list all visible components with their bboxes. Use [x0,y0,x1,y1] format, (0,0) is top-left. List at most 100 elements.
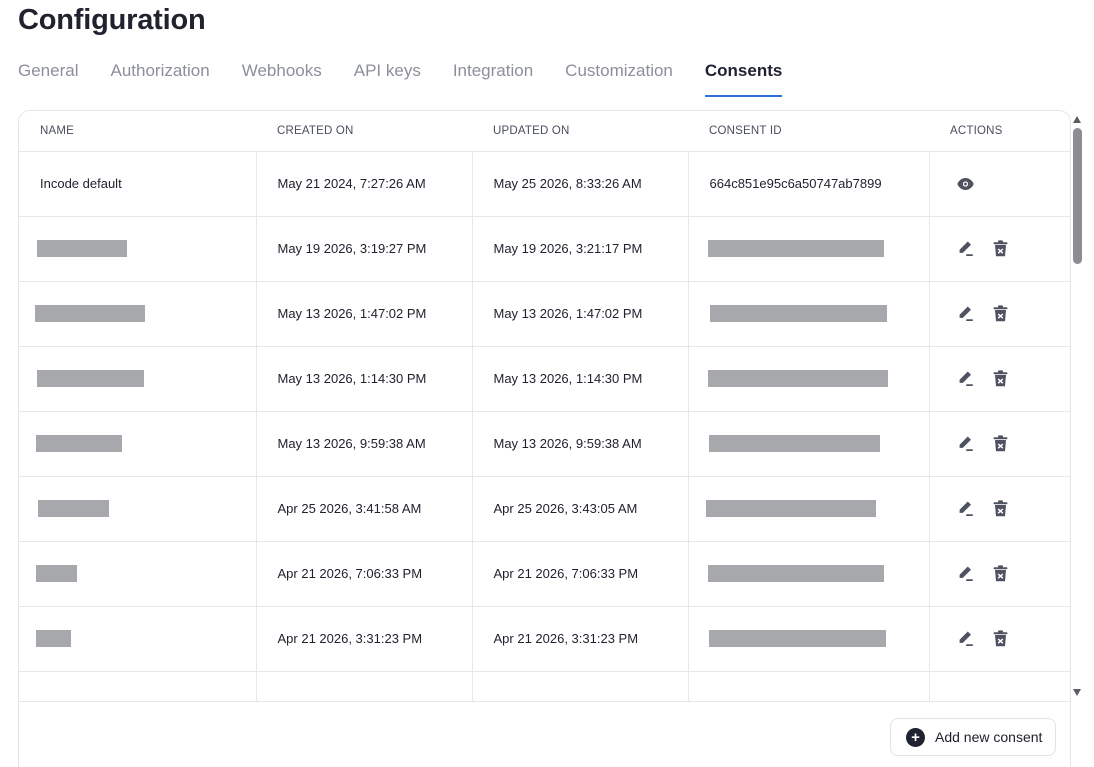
cell-actions [929,346,1070,412]
redacted-consent-id [707,240,884,258]
column-header-consent-id[interactable]: CONSENT ID [688,111,929,152]
table-row[interactable] [19,671,1070,701]
column-header-created-on[interactable]: CREATED ON [256,111,472,152]
scroll-down-arrow-icon[interactable] [1073,689,1081,696]
cell-actions [929,606,1071,672]
cell-updated-on: May 25 2026, 8:33:26 AM [472,151,689,217]
trash-icon[interactable] [992,630,1010,648]
redacted-name [36,630,71,648]
vertical-scrollbar[interactable] [1071,112,1084,702]
tab-api-keys[interactable]: API keys [354,58,421,97]
cell-actions [929,411,1071,477]
page-title: Configuration [18,4,206,36]
cell-consent-id: 664c851e95c6a50747ab7899 [688,151,930,217]
column-header-actions: ACTIONS [929,111,1070,152]
pencil-icon[interactable] [957,240,975,258]
trash-icon[interactable] [992,370,1010,388]
table-row[interactable]: Apr 21 2026, 3:31:23 PM Apr 21 2026, 3:31… [19,606,1071,672]
pencil-icon[interactable] [957,435,975,453]
cell-consent-id [688,346,930,412]
updated-date: Apr 21 2026, 7:06:33 PM [493,566,639,581]
table-row[interactable]: May 13 2026, 1:47:02 PM May 13 2026, 1:47… [19,281,1070,347]
cell-actions [929,281,1070,347]
cell-created-on: Apr 25 2026, 3:41:58 AM [256,476,473,542]
pencil-icon[interactable] [957,370,975,388]
row-actions [951,565,1071,583]
cell-updated-on: May 13 2026, 1:47:02 PM [472,281,689,347]
trash-icon[interactable] [992,565,1010,583]
tab-consents[interactable]: Consents [704,58,783,97]
created-date: Apr 21 2026, 7:06:33 PM [277,566,423,581]
table-header-row: NAME CREATED ON UPDATED ON CONSENT ID AC… [19,111,1070,152]
cell-updated-on: May 13 2026, 1:14:30 PM [472,346,689,412]
trash-icon[interactable] [992,240,1010,258]
created-date: Apr 25 2026, 3:41:58 AM [277,501,422,516]
tab-webhooks[interactable]: Webhooks [242,58,322,97]
consents-table: NAME CREATED ON UPDATED ON CONSENT ID AC… [19,111,1070,701]
redacted-consent-id [708,630,886,648]
cell-updated-on: May 13 2026, 9:59:38 AM [472,411,689,477]
pencil-icon[interactable] [957,565,975,583]
eye-icon[interactable] [957,175,975,193]
table-row[interactable]: May 13 2026, 1:14:30 PM May 13 2026, 1:14… [19,346,1070,412]
consents-card: NAME CREATED ON UPDATED ON CONSENT ID AC… [18,110,1071,767]
table-row[interactable]: May 19 2026, 3:19:27 PM May 19 2026, 3:21… [19,216,1071,282]
redacted-consent-id [707,370,888,388]
table-scroll-area[interactable]: NAME CREATED ON UPDATED ON CONSENT ID AC… [19,111,1070,701]
cell-name [19,411,257,477]
row-actions [951,435,1071,453]
trash-icon[interactable] [992,500,1010,518]
tab-authorization[interactable]: Authorization [110,58,209,97]
trash-icon[interactable] [992,305,1010,323]
consent-id: 664c851e95c6a50747ab7899 [709,176,882,191]
cell-name [19,216,257,282]
table-row[interactable]: Incode default May 21 2024, 7:27:26 AM May… [19,151,1071,217]
cell-actions [929,671,1070,701]
created-date: May 19 2026, 3:19:27 PM [277,241,427,256]
pencil-icon[interactable] [957,305,975,323]
table-row[interactable]: Apr 25 2026, 3:41:58 AM Apr 25 2026, 3:43… [19,476,1070,542]
created-date: May 13 2026, 1:47:02 PM [277,306,427,321]
cell-name [19,541,257,607]
pencil-icon[interactable] [957,630,975,648]
add-new-consent-button[interactable]: + Add new consent [890,718,1056,756]
redacted-consent-id [705,500,876,518]
redacted-consent-id [709,305,887,323]
updated-date: May 13 2026, 1:47:02 PM [493,306,643,321]
redacted-name [35,305,145,323]
tab-general[interactable]: General [18,58,78,97]
table-row[interactable]: Apr 21 2026, 7:06:33 PM Apr 21 2026, 7:06… [19,541,1071,607]
cell-created-on: May 13 2026, 9:59:38 AM [256,411,473,477]
updated-date: May 13 2026, 1:14:30 PM [493,371,643,386]
trash-icon[interactable] [992,435,1010,453]
created-date: May 13 2026, 1:14:30 PM [277,371,427,386]
cell-consent-id [688,281,930,347]
cell-updated-on: Apr 21 2026, 3:31:23 PM [472,606,689,672]
cell-consent-id [688,541,930,607]
cell-created-on: May 13 2026, 1:14:30 PM [256,346,473,412]
scroll-up-arrow-icon[interactable] [1073,116,1081,123]
row-actions [951,175,1071,193]
redacted-consent-id [707,565,884,583]
table-row[interactable]: May 13 2026, 9:59:38 AM May 13 2026, 9:59… [19,411,1071,477]
column-header-updated-on[interactable]: UPDATED ON [472,111,688,152]
cell-actions [929,151,1071,217]
created-date: Apr 21 2026, 3:31:23 PM [277,631,423,646]
column-header-name[interactable]: NAME [19,111,256,152]
updated-date: May 19 2026, 3:21:17 PM [493,241,643,256]
updated-date: May 25 2026, 8:33:26 AM [493,176,642,191]
tab-customization[interactable]: Customization [565,58,673,97]
cell-name [19,476,257,542]
cell-created-on: Apr 21 2026, 7:06:33 PM [256,541,473,607]
cell-consent-id [688,411,930,477]
pencil-icon[interactable] [957,500,975,518]
tab-integration[interactable]: Integration [453,58,533,97]
cell-actions [929,216,1071,282]
row-actions [951,630,1071,648]
created-date: May 21 2024, 7:27:26 AM [277,176,426,191]
scrollbar-thumb[interactable] [1073,128,1082,264]
row-actions [951,240,1071,258]
cell-created-on: May 19 2026, 3:19:27 PM [256,216,473,282]
cell-name: Incode default [19,151,257,217]
cell-updated-on: Apr 21 2026, 7:06:33 PM [472,541,689,607]
